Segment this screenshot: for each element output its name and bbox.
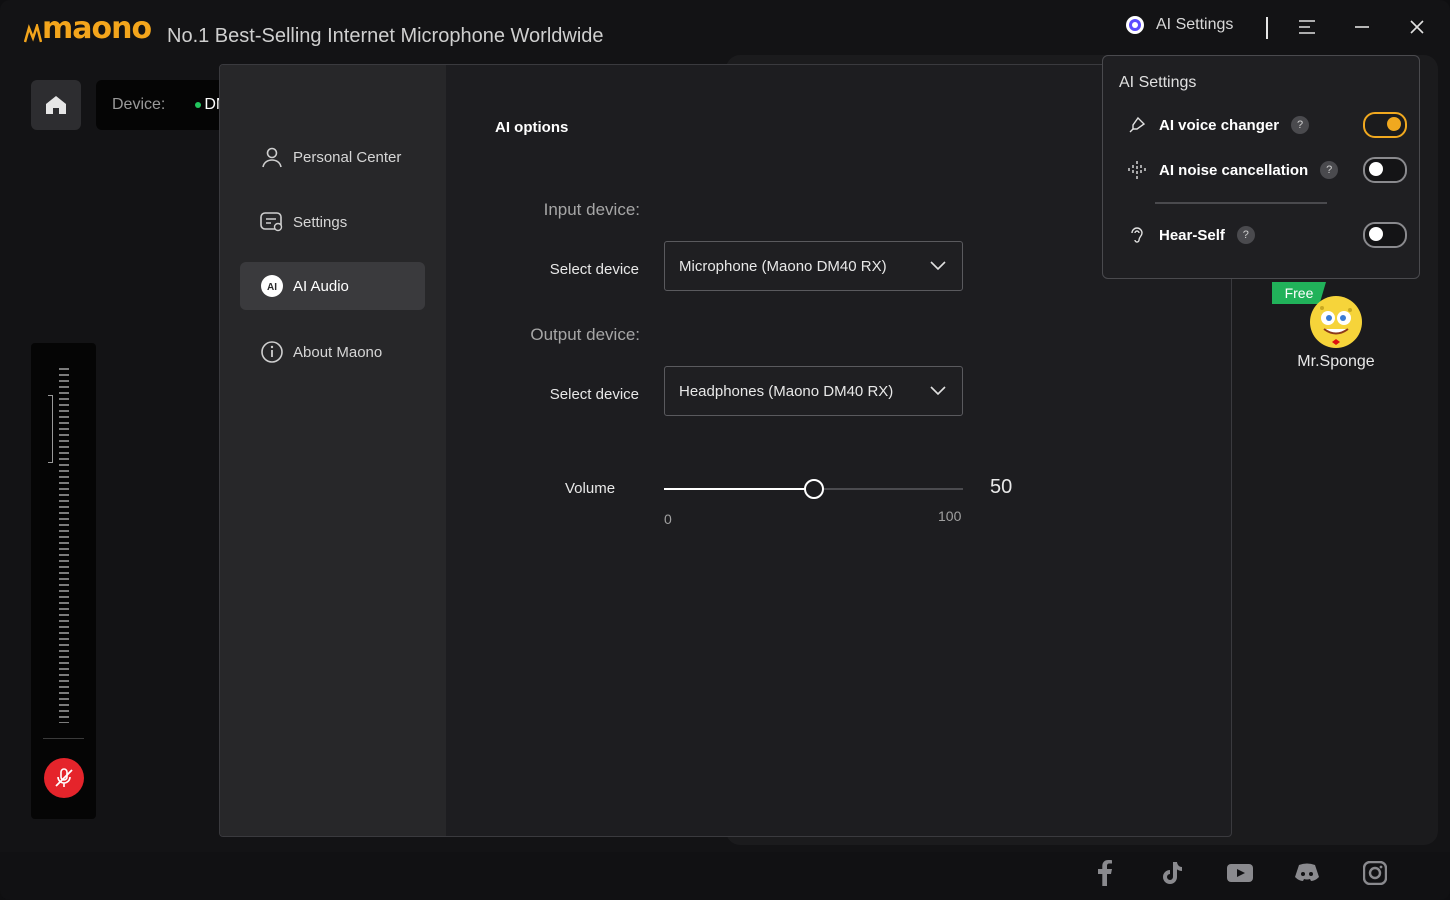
ai-settings-icon [1126,16,1144,34]
meter-bracket [48,395,53,463]
output-device-value: Headphones (Maono DM40 RX) [679,382,894,400]
title-divider [1266,17,1268,39]
tiktok-icon[interactable] [1158,859,1186,887]
ai-voice-changer-label: AI voice changer [1159,116,1280,134]
chevron-down-icon [930,261,946,271]
facebook-icon[interactable] [1091,859,1119,887]
device-label: Device: [112,96,166,113]
output-select-label: Select device [549,386,639,403]
menu-icon[interactable] [1296,16,1318,38]
maono-mark-icon [24,24,42,43]
mr-sponge-avatar[interactable] [1310,296,1362,348]
input-device-select[interactable]: Microphone (Maono DM40 RX) [664,241,963,291]
ai-settings-label: AI Settings [1156,16,1234,33]
volume-label: Volume [565,480,616,497]
tagline: No.1 Best-Selling Internet Microphone Wo… [167,25,604,47]
nav-label-about: About Maono [293,343,383,361]
home-button[interactable] [31,80,81,130]
volume-slider[interactable] [664,479,963,499]
meter-ticks [59,368,69,723]
settings-modal: Personal Center Settings AI AI Audio Abo… [219,64,1232,837]
youtube-icon[interactable] [1226,859,1254,887]
nav-label-settings: Settings [293,213,348,231]
ai-settings-popover: AI Settings AI voice changer ? AI noise … [1102,55,1420,279]
app-window: maono No.1 Best-Selling Internet Microph… [0,0,1450,900]
ai-noise-cancellation-row: AI noise cancellation ? [1127,156,1407,184]
mic-off-icon [55,768,73,787]
volume-max: 100 [938,508,962,524]
volume-thumb[interactable] [803,479,824,499]
settings-icon [260,210,284,234]
maono-logo: maono [24,11,152,46]
home-icon [46,96,66,114]
volume-min: 0 [664,511,672,527]
voice-changer-icon [1127,115,1147,135]
toggle-knob [1369,162,1383,176]
ai-voice-changer-toggle[interactable] [1363,112,1407,138]
popover-divider [1155,202,1327,204]
nav-item-ai-audio[interactable]: AI AI Audio [240,262,425,310]
section-title: AI options [495,119,569,136]
ai-icon: AI [260,274,284,298]
discord-icon[interactable] [1293,859,1321,887]
input-device-value: Microphone (Maono DM40 RX) [679,257,887,275]
voice-character-name: Mr.Sponge [1297,353,1375,370]
hear-self-row: Hear-Self ? [1127,221,1407,249]
level-meter [31,343,96,819]
settings-sidebar: Personal Center Settings AI AI Audio Abo… [220,65,446,836]
svg-text:AI: AI [267,282,277,293]
meter-divider [43,738,84,739]
user-icon [260,145,284,169]
toggle-knob [1387,117,1401,131]
noise-cancel-icon [1127,160,1147,180]
ai-noise-cancellation-label: AI noise cancellation [1159,161,1309,179]
ai-settings-button[interactable]: AI Settings [1126,16,1233,34]
hear-self-label: Hear-Self [1159,226,1225,244]
close-icon[interactable] [1406,16,1428,38]
help-icon[interactable]: ? [1291,116,1310,134]
hear-self-toggle[interactable] [1363,222,1407,248]
output-device-label: Output device: [530,325,640,344]
nav-item-personal-center[interactable]: Personal Center [240,133,425,181]
toggle-knob [1369,227,1383,241]
popover-title: AI Settings [1119,74,1197,91]
hear-self-icon [1127,225,1147,245]
help-icon[interactable]: ? [1236,226,1255,244]
nav-label-ai-audio: AI Audio [293,277,349,295]
volume-fill [664,488,814,490]
nav-item-about[interactable]: About Maono [240,328,425,376]
logo-text: maono [42,11,152,46]
input-select-label: Select device [549,261,639,278]
minimize-icon[interactable] [1351,16,1373,38]
nav-label-personal-center: Personal Center [293,148,402,166]
help-icon[interactable]: ? [1320,161,1339,179]
chevron-down-icon [930,386,946,396]
device-status-dot [195,102,202,108]
nav-item-settings[interactable]: Settings [240,198,425,246]
input-device-label: Input device: [543,200,640,219]
ai-noise-cancellation-toggle[interactable] [1363,157,1407,183]
ai-voice-changer-row: AI voice changer ? [1127,111,1407,139]
volume-value: 50 [990,476,1013,498]
info-icon [260,340,284,364]
mute-button[interactable] [44,758,84,798]
output-device-select[interactable]: Headphones (Maono DM40 RX) [664,366,963,416]
instagram-icon[interactable] [1361,859,1389,887]
